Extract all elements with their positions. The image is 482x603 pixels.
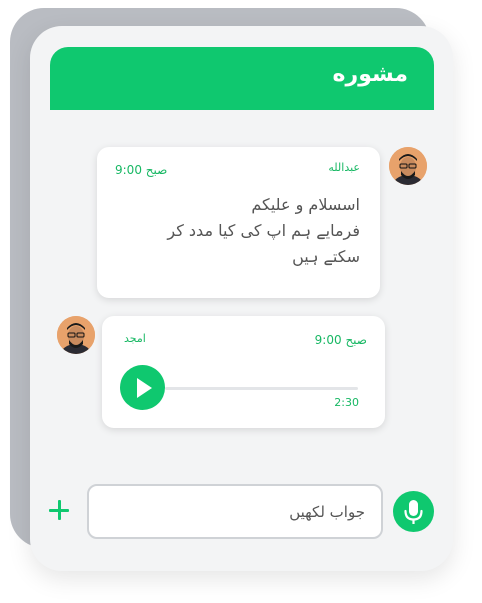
chat-title: مشوره xyxy=(332,62,408,87)
message-text-line: فرمایے ہم اپ کی کیا مدد کر xyxy=(167,221,360,240)
add-attachment-button[interactable] xyxy=(46,497,72,523)
audio-duration: 2:30 xyxy=(334,396,359,409)
message-bubble: عبدالله صبح 9:00 اسسلام و علیکم فرمایے ہ… xyxy=(97,147,380,298)
reply-input[interactable] xyxy=(87,484,383,539)
play-button[interactable] xyxy=(120,365,165,410)
voice-record-button[interactable] xyxy=(393,491,434,532)
audio-progress-track[interactable] xyxy=(165,387,358,390)
message-time: صبح 9:00 xyxy=(115,163,168,177)
chat-header: مشوره xyxy=(50,47,434,110)
avatar[interactable] xyxy=(389,147,427,185)
voice-message-bubble: امجد صبح 9:00 2:30 xyxy=(102,316,385,428)
message-text-line: اسسلام و علیکم xyxy=(251,195,360,214)
microphone-icon xyxy=(404,500,423,524)
person-avatar-icon xyxy=(389,147,427,185)
message-time: صبح 9:00 xyxy=(314,333,367,347)
sender-name: امجد xyxy=(124,332,146,345)
person-avatar-icon xyxy=(57,316,95,354)
message-text-line: سکتے ہیں xyxy=(292,247,360,266)
sender-name: عبدالله xyxy=(328,161,360,174)
avatar[interactable] xyxy=(57,316,95,354)
